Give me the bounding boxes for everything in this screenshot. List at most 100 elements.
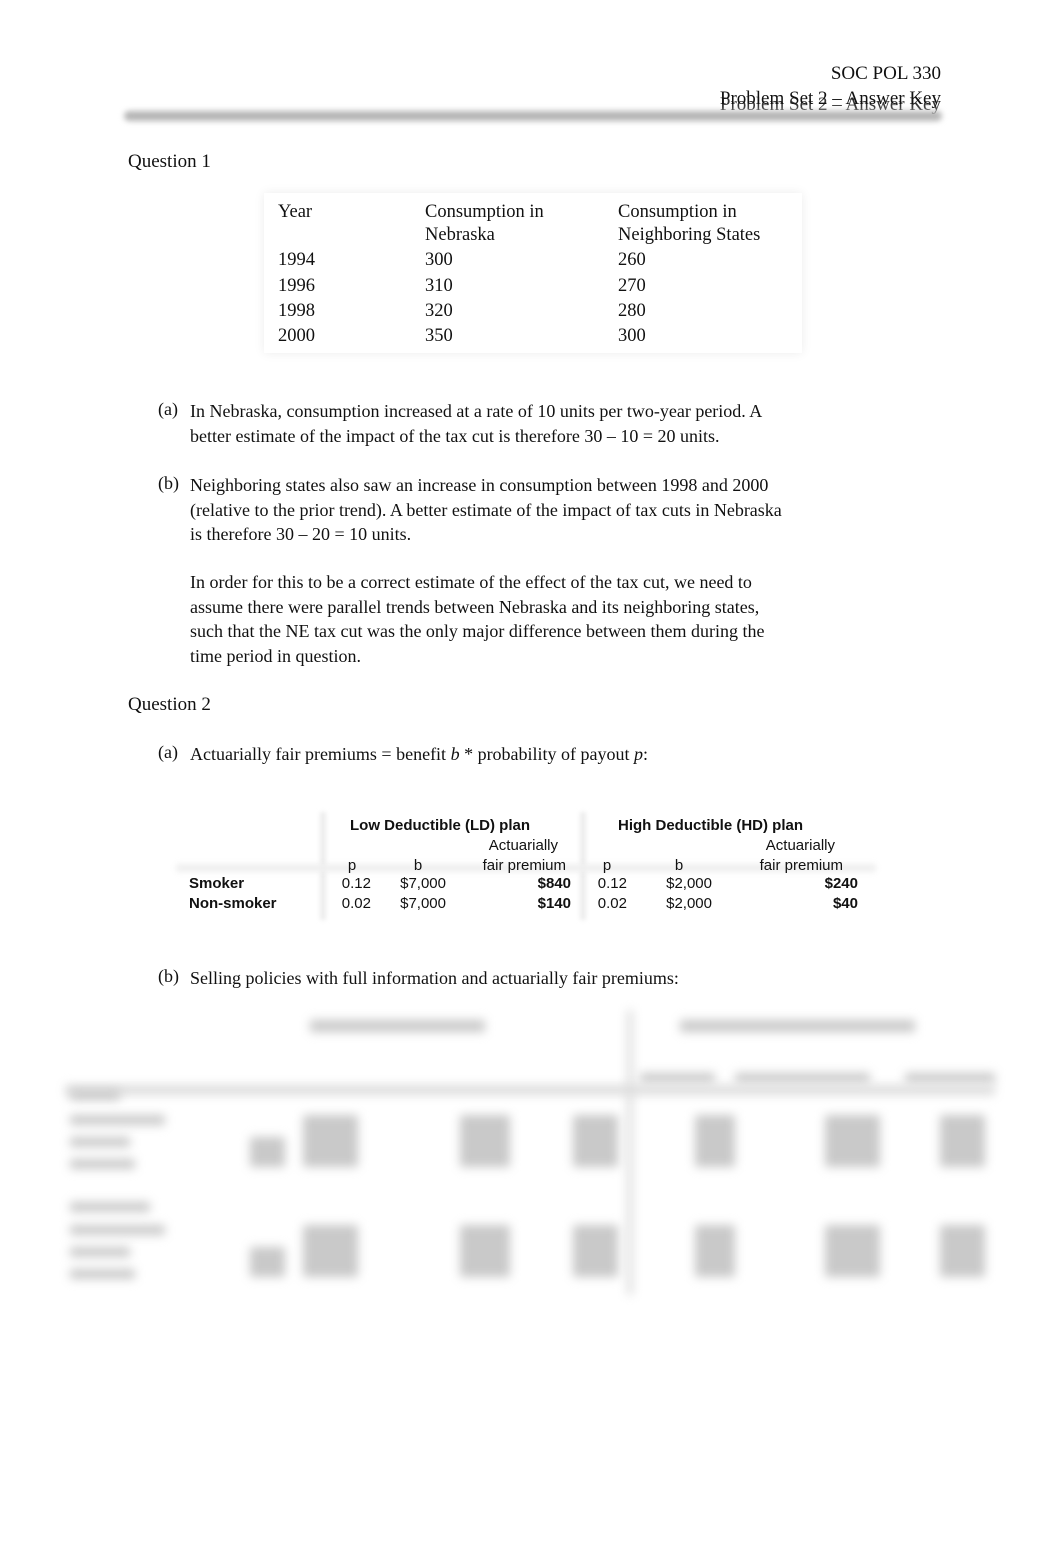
table-cell-neighbors: 300 [618, 326, 646, 346]
ld-b-value: $7,000 [400, 895, 446, 912]
part-b-line: (relative to the prior trend). A better … [190, 499, 782, 520]
blurred-text [250, 1247, 285, 1277]
table-cell-neighbors: 260 [618, 250, 646, 270]
q2-part-a-text-mid: * probability of payout [459, 744, 635, 764]
q2-part-a-text-pre: Actuarially fair premiums = benefit [190, 744, 451, 764]
table-header-neighbors: Consumption in Neighboring States [618, 201, 760, 247]
question-1-heading: Question 1 [128, 151, 211, 172]
ld-premium-header-line1: Actuarially [488, 837, 558, 854]
part-b-followup-line: assume there were parallel trends betwee… [190, 596, 760, 617]
header-divider [124, 111, 942, 121]
blurred-text [70, 1137, 130, 1147]
hd-premium-header-line2: fair premium [759, 857, 843, 874]
blurred-text [460, 1115, 510, 1167]
blurred-text [695, 1115, 735, 1167]
blurred-text [940, 1225, 985, 1277]
q2-part-a-text: Actuarially fair premiums = benefit b * … [190, 742, 935, 767]
q2-part-a-text-post: : [643, 744, 649, 764]
blurred-text [573, 1115, 618, 1167]
blurred-text [573, 1225, 618, 1277]
blurred-column-divider [627, 1010, 633, 1295]
part-a-line: better estimate of the impact of the tax… [190, 425, 720, 446]
part-b-label: (b) [158, 473, 179, 493]
course-code: SOC POL 330 [830, 63, 941, 84]
blurred-text [70, 1202, 150, 1212]
hd-b-value: $2,000 [666, 875, 712, 892]
blurred-text [310, 1020, 485, 1032]
blurred-text [70, 1159, 135, 1169]
table-header-year: Year [278, 202, 313, 222]
ld-p-value: 0.12 [341, 875, 371, 892]
ld-p-header: p [347, 857, 357, 874]
row-label-smoker: Smoker [189, 875, 245, 892]
blurred-text [640, 1073, 715, 1083]
table-header-nebraska-line1: Consumption in [425, 202, 544, 222]
part-b-followup-line: time period in question. [190, 645, 361, 666]
ld-b-header: b [413, 857, 423, 874]
part-b-answer: Neighboring states also saw an increase … [190, 473, 935, 547]
premium-table: Low Deductible (LD) plan High Deductible… [176, 808, 876, 920]
table-header-neighbors-line1: Consumption in [618, 202, 737, 222]
table-header-nebraska-line2: Nebraska [425, 225, 495, 245]
blurred-text [680, 1020, 915, 1032]
hd-b-value: $2,000 [666, 895, 712, 912]
ld-p-value: 0.02 [341, 895, 371, 912]
blurred-text [70, 1247, 130, 1257]
part-a-line: In Nebraska, consumption increased at a … [190, 401, 763, 421]
blurred-text [460, 1225, 510, 1277]
table-cell-nebraska: 300 [425, 250, 453, 270]
ld-premium-value: $140 [537, 895, 571, 912]
table-cell-neighbors: 280 [618, 301, 646, 321]
ld-premium-value: $840 [537, 875, 571, 892]
part-b-followup: In order for this to be a correct estima… [190, 570, 935, 668]
part-b-followup-line: In order for this to be a correct estima… [190, 572, 752, 592]
ld-b-value: $7,000 [400, 875, 446, 892]
blurred-row-divider [65, 1085, 995, 1095]
part-b-followup-line: such that the NE tax cut was the only ma… [190, 621, 765, 641]
hd-premium-value: $240 [824, 875, 858, 892]
q2-part-a-label: (a) [158, 742, 178, 762]
hd-p-value: 0.02 [597, 895, 627, 912]
table-cell-year: 1996 [278, 276, 315, 296]
hd-premium-header-line1: Actuarially [765, 837, 835, 854]
question-2-heading: Question 2 [128, 694, 211, 715]
part-a-label: (a) [158, 399, 178, 419]
hd-b-header: b [674, 857, 684, 874]
blurred-text [695, 1225, 735, 1277]
hd-p-value: 0.12 [597, 875, 627, 892]
blurred-text [940, 1115, 985, 1167]
table-cell-year: 1998 [278, 301, 315, 321]
group-header-ld: Low Deductible (LD) plan [350, 817, 530, 834]
consumption-table: Year Consumption in Nebraska Consumption… [264, 193, 802, 353]
hd-premium-value: $40 [832, 895, 858, 912]
q2-part-b-label: (b) [158, 966, 179, 986]
table-cell-nebraska: 320 [425, 301, 453, 321]
blurred-text [70, 1225, 165, 1235]
table-cell-year: 2000 [278, 326, 315, 346]
blurred-text [70, 1090, 120, 1100]
blurred-text [303, 1225, 358, 1277]
part-b-line: Neighboring states also saw an increase … [190, 475, 769, 495]
hd-p-header: p [602, 857, 612, 874]
blurred-text [303, 1115, 358, 1167]
blurred-text [905, 1073, 995, 1083]
variable-p: p [634, 744, 644, 764]
table-cell-neighbors: 270 [618, 276, 646, 296]
blurred-text [70, 1115, 165, 1125]
blurred-text [825, 1115, 880, 1167]
table-cell-nebraska: 350 [425, 326, 453, 346]
table-header-nebraska: Consumption in Nebraska [425, 201, 544, 247]
table-header-neighbors-line2: Neighboring States [618, 225, 761, 245]
variable-b: b [450, 744, 460, 764]
table-cell-year: 1994 [278, 250, 315, 270]
blurred-text [250, 1137, 285, 1167]
blurred-text [70, 1269, 135, 1279]
table-cell-nebraska: 310 [425, 276, 453, 296]
part-a-answer: In Nebraska, consumption increased at a … [190, 399, 935, 448]
blurred-text [735, 1073, 870, 1083]
blurred-policy-table [55, 1005, 1015, 1295]
blurred-text [825, 1225, 880, 1277]
q2-part-b-text: Selling policies with full information a… [190, 968, 679, 988]
row-label-non-smoker: Non-smoker [189, 895, 277, 912]
part-b-line: is therefore 30 – 20 = 10 units. [190, 524, 412, 544]
